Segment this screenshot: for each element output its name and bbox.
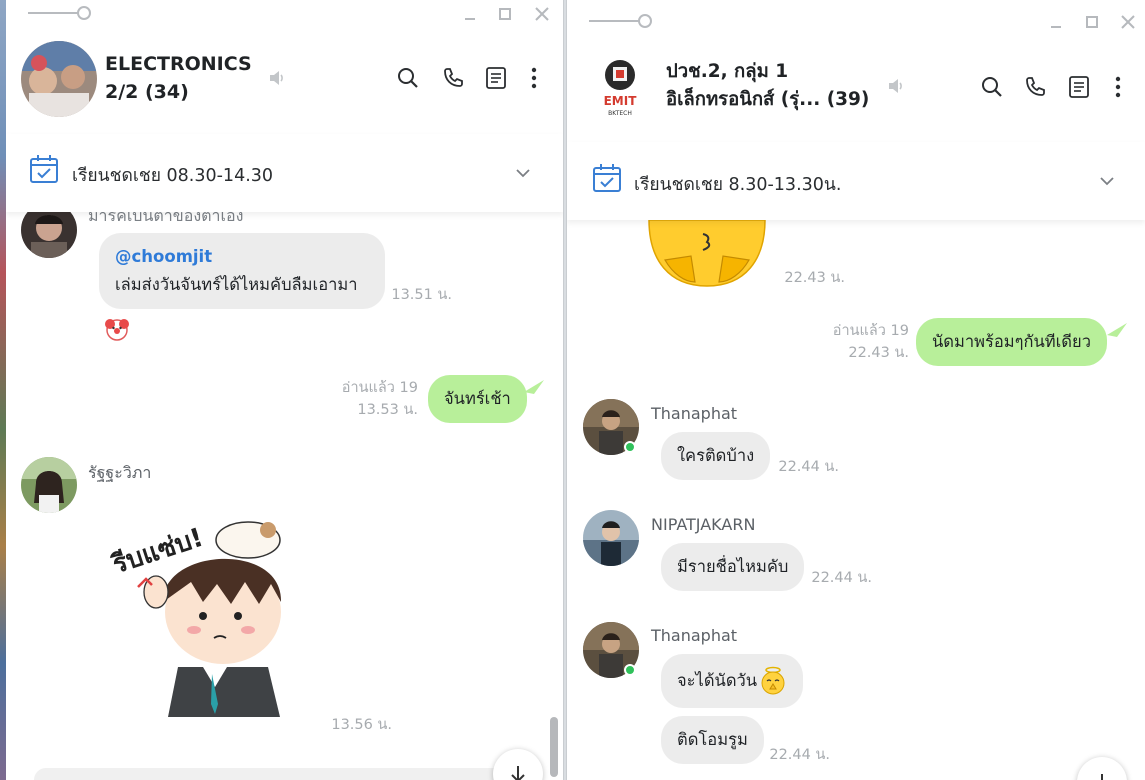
sender-avatar[interactable] bbox=[21, 457, 77, 513]
announcement-text: เรียนชดเชย 8.30-13.30น. bbox=[634, 175, 842, 195]
emit-logo-icon: EMIT BKTECH bbox=[582, 49, 658, 125]
incoming-message-bubble[interactable]: ติดโอมรูม bbox=[661, 716, 764, 764]
message-time: 22.44 น. bbox=[769, 747, 830, 763]
announcement-text: เรียนชดเชย 08.30-14.30 bbox=[72, 166, 274, 186]
calendar-check-icon bbox=[30, 155, 58, 183]
message-text: ติดโอมรูม bbox=[677, 730, 748, 749]
incoming-message-bubble[interactable]: @choomjit เล่มส่งวันจันทร์ได้ไหมคับลืมเอ… bbox=[99, 233, 385, 309]
announcement-bar[interactable]: เรียนชดเชย 8.30-13.30น. bbox=[567, 142, 1145, 220]
bubble-tail bbox=[1107, 323, 1127, 337]
chevron-down-icon[interactable] bbox=[1098, 172, 1116, 190]
more-options-icon[interactable] bbox=[521, 65, 547, 91]
announcement-bar[interactable]: เรียนชดเชย 08.30-14.30 bbox=[6, 134, 563, 212]
notes-icon[interactable] bbox=[1066, 74, 1092, 100]
pin-icon[interactable] bbox=[26, 5, 96, 21]
bubble-tail bbox=[524, 380, 544, 394]
message-time: 22.44 น. bbox=[778, 459, 839, 475]
sender-avatar[interactable] bbox=[583, 510, 639, 566]
mute-speaker-icon[interactable] bbox=[264, 65, 290, 91]
notes-icon[interactable] bbox=[483, 65, 509, 91]
message-time: 22.44 น. bbox=[811, 570, 872, 586]
chat-title-line1: ปวช.2, กลุ่ม 1 bbox=[666, 61, 789, 82]
more-options-icon[interactable] bbox=[1105, 74, 1131, 100]
chat-title-line1: ELECTRONICS bbox=[105, 53, 252, 75]
sender-name: Thanaphat bbox=[651, 626, 738, 645]
online-status-icon bbox=[624, 441, 636, 453]
maximize-icon[interactable] bbox=[1081, 12, 1103, 32]
chat-title-line2: อิเล็กทรอนิกส์ (รุ่... (39) bbox=[666, 89, 870, 110]
reaction-clown-icon[interactable] bbox=[104, 316, 130, 342]
message-list[interactable]: 22.43 น. อ่านแล้ว 19 22.43 น. นัดมาพร้อม… bbox=[567, 220, 1145, 780]
message-time: 13.53 น. bbox=[357, 402, 418, 418]
chat-title[interactable]: ปวช.2, กลุ่ม 1 อิเล็กทรอนิกส์ (รุ่... (3… bbox=[666, 58, 869, 114]
title-bar bbox=[567, 0, 1145, 32]
chat-window-pvc2: EMIT BKTECH ปวช.2, กลุ่ม 1 อิเล็กทรอนิกส… bbox=[566, 0, 1145, 780]
sender-name: มารคเบนตาของตาเอง bbox=[88, 212, 244, 225]
message-text: นัดมาพร้อมๆกันทีเดียว bbox=[932, 332, 1091, 351]
incoming-message-bubble[interactable]: มีรายชื่อไหมคับ bbox=[661, 543, 805, 591]
sticker-image[interactable]: รีบแซ่บ! bbox=[88, 492, 318, 732]
outgoing-message-bubble[interactable]: จันทร์เช้า bbox=[428, 375, 527, 423]
phone-icon[interactable] bbox=[1022, 74, 1048, 100]
message-text: เล่มส่งวันจันทร์ได้ไหมคับลืมเอามา bbox=[115, 275, 358, 294]
arrow-down-icon bbox=[1101, 774, 1103, 780]
sender-name: NIPATJAKARN bbox=[651, 515, 756, 534]
sender-name: Thanaphat bbox=[651, 404, 738, 423]
close-icon[interactable] bbox=[1117, 12, 1139, 32]
message-list[interactable]: มารคเบนตาของตาเอง @choomjit เล่มส่งวันจั… bbox=[6, 212, 563, 780]
scroll-to-bottom-button[interactable] bbox=[493, 749, 543, 780]
chat-title-line2: 2/2 (34) bbox=[105, 81, 189, 103]
read-receipt: อ่านแล้ว 19 bbox=[341, 380, 418, 396]
scroll-to-bottom-button[interactable] bbox=[1077, 757, 1127, 780]
message-input-preview[interactable] bbox=[34, 768, 514, 780]
message-time: 22.43 น. bbox=[784, 270, 845, 286]
search-icon[interactable] bbox=[395, 65, 421, 91]
sender-name: รัฐฐะวิภา bbox=[88, 463, 152, 482]
chat-window-electronics: ELECTRONICS 2/2 (34) เรียนชดเชย 08.30-14… bbox=[6, 0, 564, 780]
message-text: จันทร์เช้า bbox=[444, 389, 511, 408]
read-receipt: อ่านแล้ว 19 bbox=[832, 323, 909, 339]
sender-avatar[interactable] bbox=[21, 212, 77, 258]
mute-speaker-icon[interactable] bbox=[883, 73, 909, 99]
pin-icon[interactable] bbox=[587, 13, 657, 29]
calendar-check-icon bbox=[593, 164, 621, 192]
logo-subtext: BKTECH bbox=[608, 110, 632, 117]
logo-text: EMIT bbox=[604, 94, 638, 108]
title-bar bbox=[6, 0, 563, 32]
chevron-down-icon[interactable] bbox=[514, 164, 532, 182]
mention-link[interactable]: @choomjit bbox=[115, 243, 212, 271]
incoming-message-bubble[interactable]: จะได้นัดวัน bbox=[661, 654, 804, 708]
group-avatar[interactable] bbox=[21, 41, 97, 117]
close-icon[interactable] bbox=[531, 4, 553, 24]
online-status-icon bbox=[624, 664, 636, 676]
search-icon[interactable] bbox=[979, 74, 1005, 100]
group-logo-avatar[interactable]: EMIT BKTECH bbox=[582, 49, 658, 125]
sticker-image[interactable] bbox=[645, 220, 770, 290]
chat-title[interactable]: ELECTRONICS 2/2 (34) bbox=[105, 50, 252, 106]
incoming-message-bubble[interactable]: ใครติดบ้าง bbox=[661, 432, 771, 480]
arrow-down-icon bbox=[511, 766, 525, 780]
message-time: 22.43 น. bbox=[848, 345, 909, 361]
message-text: มีรายชื่อไหมคับ bbox=[677, 557, 789, 576]
maximize-icon[interactable] bbox=[494, 4, 516, 24]
minimize-icon[interactable] bbox=[1045, 12, 1067, 32]
chat-header: EMIT BKTECH ปวช.2, กลุ่ม 1 อิเล็กทรอนิกส… bbox=[567, 40, 1145, 140]
phone-icon[interactable] bbox=[440, 65, 466, 91]
pray-emoji-icon bbox=[761, 666, 785, 695]
message-time: 13.51 น. bbox=[391, 287, 452, 303]
chat-header: ELECTRONICS 2/2 (34) bbox=[6, 32, 563, 132]
scrollbar-thumb[interactable] bbox=[550, 717, 558, 777]
minimize-icon[interactable] bbox=[459, 4, 481, 24]
message-text: จะได้นัดวัน bbox=[677, 671, 758, 690]
message-text: ใครติดบ้าง bbox=[677, 446, 755, 465]
message-time: 13.56 น. bbox=[331, 717, 392, 733]
outgoing-message-bubble[interactable]: นัดมาพร้อมๆกันทีเดียว bbox=[916, 318, 1107, 366]
